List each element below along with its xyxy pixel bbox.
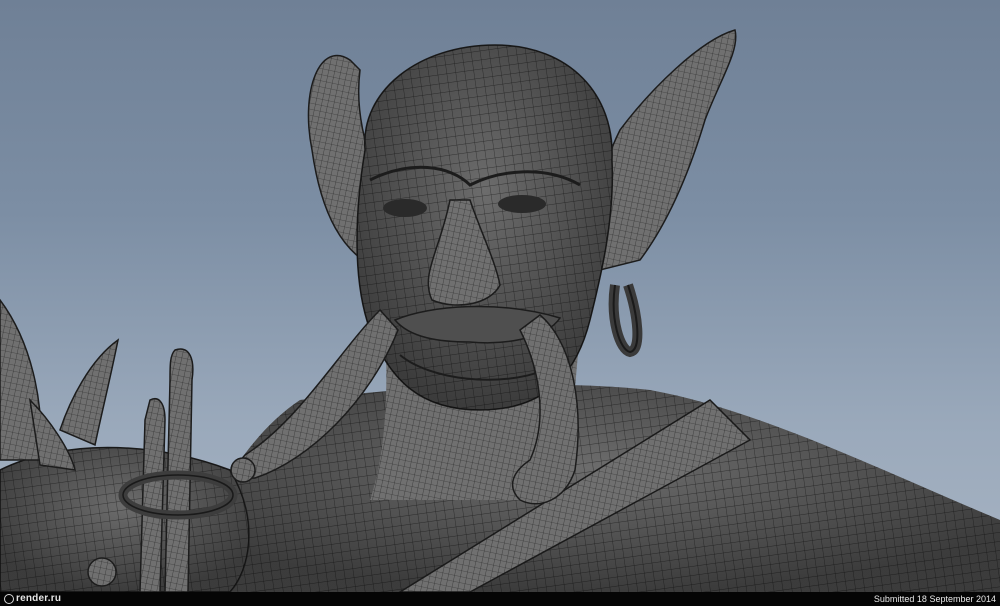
goblin-wireframe-render [0,29,1000,592]
logo-text: render.ru [16,593,62,604]
earring-mesh [608,283,643,358]
logo-circle-icon [4,594,14,604]
site-logo[interactable]: render.ru [0,592,61,606]
submitted-date: Submitted 18 September 2014 [873,594,996,604]
footer-bar: render.ru Submitted 18 September 2014 [0,592,1000,606]
shoulder-armor-mesh [0,298,256,592]
head-mesh [356,44,614,411]
render-viewport: render.ru Submitted 18 September 2014 [0,0,1000,606]
right-ear-mesh [595,29,737,271]
